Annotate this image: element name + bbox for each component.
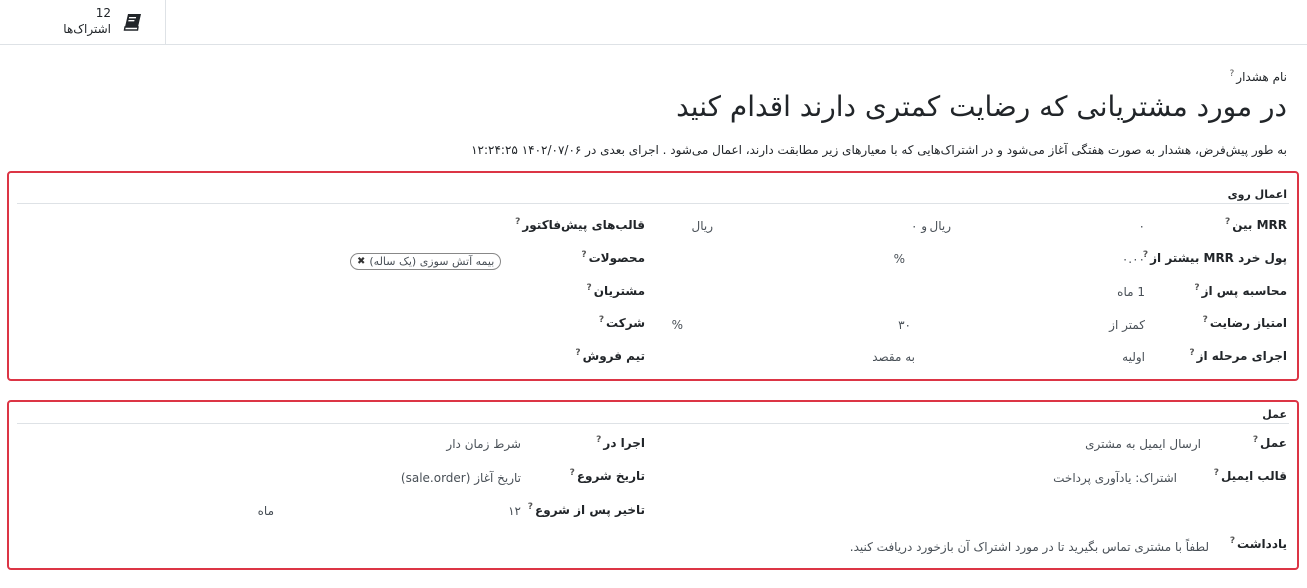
mrr-between-label: MRR بین? <box>1224 217 1287 232</box>
help-icon[interactable]: ? <box>1214 468 1219 478</box>
control-panel: 12 اشتراک‌ها <box>0 0 1307 45</box>
company-label: شرکت? <box>598 315 645 330</box>
help-icon[interactable]: ? <box>587 283 592 293</box>
divider <box>17 423 1289 424</box>
execute-on-select[interactable]: شرط زمان دار <box>446 437 521 451</box>
stage-label: اجرای مرحله از? <box>1189 348 1287 363</box>
help-icon[interactable]: ? <box>1230 69 1235 79</box>
apply-on-group: اعمال روی MRR بین? ۰ ریال و ۰ ریال پول خ… <box>7 171 1299 381</box>
delay-label: تاخیر پس از شروع? <box>527 502 645 517</box>
help-icon[interactable]: ? <box>1189 348 1194 358</box>
action-heading: عمل <box>1262 408 1287 421</box>
products-label: محصولات? <box>581 250 645 265</box>
stage-from-select[interactable]: اولیه <box>1122 350 1145 364</box>
help-icon[interactable]: ? <box>575 348 580 358</box>
action-select[interactable]: ارسال ایمیل به مشتری <box>1085 437 1201 451</box>
email-template-label: قالب ایمیل? <box>1213 468 1287 483</box>
sales-team-label: تیم فروش? <box>575 348 645 363</box>
start-date-select[interactable]: تاریخ آغاز (sale.order) <box>401 471 521 485</box>
execute-on-label: اجرا در? <box>596 435 645 450</box>
mrr-max-currency: ریال <box>691 219 713 233</box>
alert-name-label: نام هشدار? <box>1229 69 1287 84</box>
customers-label: مشتریان? <box>586 283 646 298</box>
help-icon[interactable]: ? <box>1194 283 1199 293</box>
computed-after-input[interactable]: 1 ماه <box>1117 285 1145 299</box>
quote-templates-label: قالب‌های پیش‌فاکتور? <box>515 217 645 232</box>
divider <box>17 203 1289 204</box>
note-label: یادداشت? <box>1229 536 1287 551</box>
help-icon[interactable]: ? <box>570 468 575 478</box>
delay-input[interactable]: ۱۲ <box>508 504 521 518</box>
help-icon[interactable]: ? <box>515 217 520 227</box>
remove-tag-icon[interactable]: ✖ <box>357 256 365 267</box>
satisfaction-label: امتیاز رضایت? <box>1202 315 1287 330</box>
note-field[interactable]: لطفاً با مشتری تماس بگیرید تا در مورد اش… <box>850 540 1209 554</box>
help-icon[interactable]: ? <box>581 250 586 260</box>
action-label: عمل? <box>1252 435 1287 450</box>
help-icon[interactable]: ? <box>1253 435 1258 445</box>
alert-name-field[interactable]: در مورد مشتریانی که رضایت کمتری دارند اق… <box>676 90 1287 123</box>
subscriptions-stat-button[interactable]: 12 اشتراک‌ها <box>0 0 166 44</box>
help-icon[interactable]: ? <box>528 502 533 512</box>
start-date-label: تاریخ شروع? <box>569 468 645 483</box>
subscriptions-count: 12 <box>95 6 111 20</box>
satisfaction-value[interactable]: ۳۰ <box>898 318 911 332</box>
delay-unit-select[interactable]: ماه <box>258 504 274 518</box>
form-sheet: نام هشدار? در مورد مشتریانی که رضایت کمت… <box>0 45 1307 588</box>
help-icon[interactable]: ? <box>1225 217 1230 227</box>
alert-description: به طور پیش‌فرض، هشدار به صورت هفتگی آغاز… <box>471 143 1287 157</box>
email-template-select[interactable]: اشتراک: یادآوری پرداخت <box>1053 471 1177 485</box>
help-icon[interactable]: ? <box>599 315 604 325</box>
subscriptions-label: اشتراک‌ها <box>63 22 111 36</box>
apply-on-heading: اعمال روی <box>1227 188 1287 201</box>
satisfaction-operator[interactable]: کمتر از <box>1109 318 1145 332</box>
mrr-change-unit: % <box>893 252 905 266</box>
product-tag-label: بیمه آتش سوزی (یک ساله) <box>369 255 495 268</box>
computed-after-label: محاسبه پس از? <box>1194 283 1287 298</box>
action-group: عمل عمل? ارسال ایمیل به مشتری قالب ایمیل… <box>7 400 1299 570</box>
mrr-min-currency: ریال <box>929 219 951 233</box>
help-icon[interactable]: ? <box>1230 536 1235 546</box>
help-icon[interactable]: ? <box>596 435 601 445</box>
mrr-change-label: پول خرد MRR بیشتر از? <box>1142 250 1287 265</box>
stage-to-select[interactable]: به مقصد <box>872 350 915 364</box>
help-icon[interactable]: ? <box>1203 315 1208 325</box>
satisfaction-unit: % <box>671 318 683 332</box>
mrr-change-input[interactable]: ۰.۰۰ <box>1122 252 1145 266</box>
mrr-max-input[interactable]: و ۰ <box>911 219 927 233</box>
product-tag[interactable]: بیمه آتش سوزی (یک ساله) ✖ <box>350 253 502 270</box>
book-icon <box>123 14 141 31</box>
mrr-min-input[interactable]: ۰ <box>1139 219 1145 233</box>
